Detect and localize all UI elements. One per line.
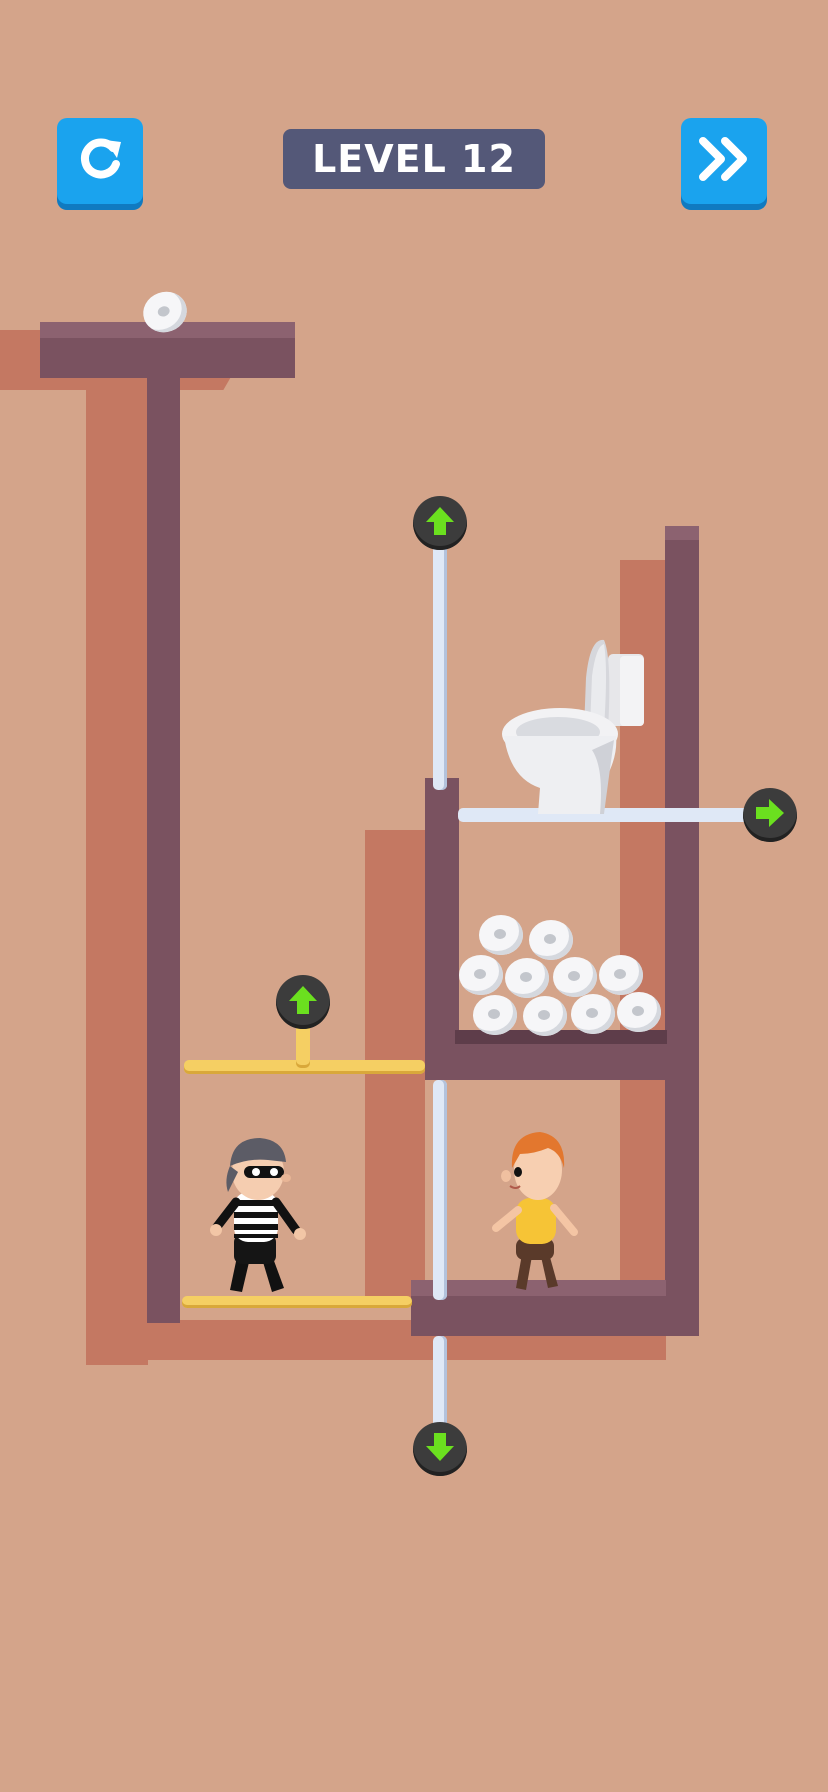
fast-forward-icon: [697, 137, 751, 185]
toilet-paper-roll: [523, 996, 567, 1036]
boy-character: [486, 1128, 586, 1300]
toilet-paper-roll: [553, 957, 597, 997]
gold-upper-pin-handle[interactable]: [276, 975, 330, 1029]
right-pillar: [665, 526, 699, 1336]
wall-shadow: [86, 370, 148, 1365]
restart-button[interactable]: [57, 118, 143, 204]
left-pillar: [147, 378, 180, 1323]
toilet-paper-roll: [505, 958, 549, 998]
down-arrow-icon: [423, 1430, 457, 1468]
top-vertical-pin-handle[interactable]: [413, 496, 467, 550]
toilet-paper-roll: [617, 992, 661, 1032]
middle-pillar: [425, 778, 459, 1078]
up-arrow-icon: [286, 983, 320, 1021]
middle-floor: [425, 1044, 699, 1080]
toilet-paper-roll: [473, 995, 517, 1035]
bottom-vertical-pin-rod[interactable]: [433, 1336, 447, 1436]
toilet-paper-roll: [479, 915, 523, 955]
bottom-floor: [411, 1296, 699, 1336]
toilet: [500, 638, 650, 820]
level-indicator: LEVEL 12: [283, 129, 545, 189]
thief-character: [208, 1130, 318, 1300]
middle-vertical-pin-rod[interactable]: [433, 1080, 447, 1300]
toilet-paper-stack: [455, 905, 665, 1036]
right-pillar-top: [665, 526, 699, 540]
top-ledge-face: [40, 338, 295, 378]
bottom-vertical-pin-handle[interactable]: [413, 1422, 467, 1476]
toilet-shelf-pin-handle[interactable]: [743, 788, 797, 842]
toilet-paper-roll: [529, 920, 573, 960]
toilet-paper-roll: [599, 955, 643, 995]
toilet-paper-roll: [459, 955, 503, 995]
restart-icon: [75, 134, 125, 188]
toilet-paper-roll: [571, 994, 615, 1034]
right-arrow-icon: [753, 796, 787, 834]
top-vertical-pin-rod[interactable]: [433, 540, 447, 790]
up-arrow-icon: [423, 504, 457, 542]
skip-level-button[interactable]: [681, 118, 767, 204]
